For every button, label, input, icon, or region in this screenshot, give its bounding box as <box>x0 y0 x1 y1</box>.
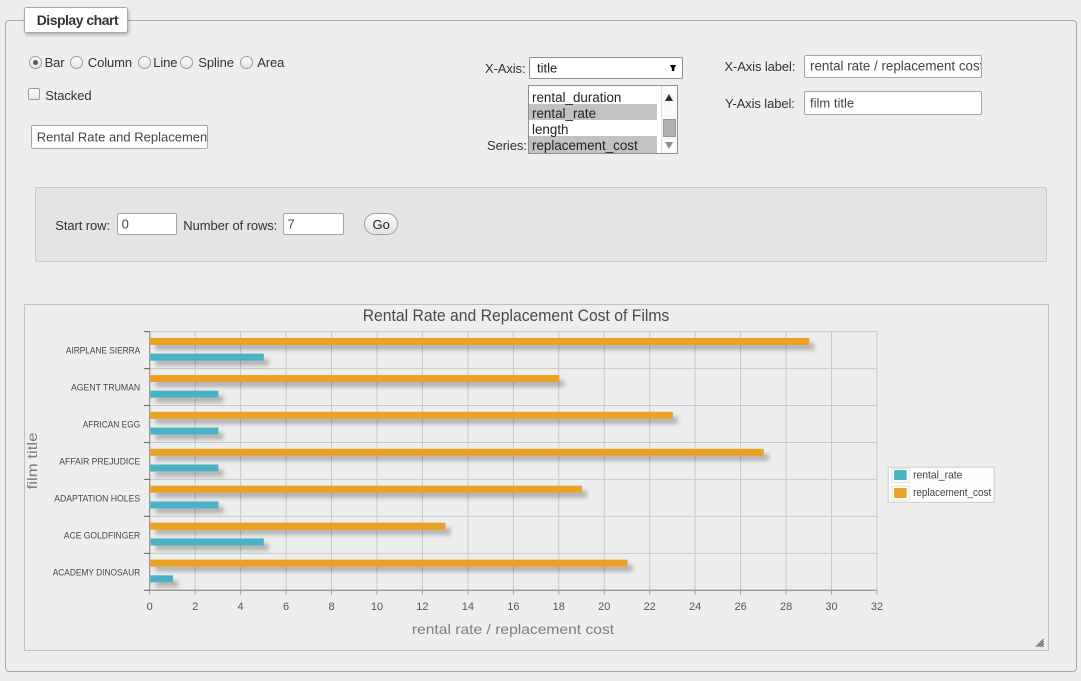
svg-text:ADAPTATION HOLES: ADAPTATION HOLES <box>54 493 140 504</box>
svg-text:20: 20 <box>598 601 610 613</box>
svg-text:AFFAIR PREJUDICE: AFFAIR PREJUDICE <box>59 456 140 467</box>
svg-text:32: 32 <box>871 601 883 613</box>
svg-text:18: 18 <box>553 601 565 613</box>
svg-text:AFRICAN EGG: AFRICAN EGG <box>83 419 141 430</box>
svg-text:film title: film title <box>25 432 40 489</box>
svg-text:2: 2 <box>192 601 198 613</box>
svg-text:14: 14 <box>462 601 474 613</box>
svg-text:30: 30 <box>825 601 837 613</box>
svg-text:10: 10 <box>371 601 383 613</box>
svg-text:26: 26 <box>734 601 746 613</box>
svg-text:12: 12 <box>416 601 428 613</box>
svg-text:Rental Rate and Replacement Co: Rental Rate and Replacement Cost of Film… <box>363 307 670 325</box>
svg-text:rental_rate: rental_rate <box>913 469 962 481</box>
svg-text:22: 22 <box>644 601 656 613</box>
svg-text:replacement_cost: replacement_cost <box>913 487 991 499</box>
svg-text:rental rate / replacement cost: rental rate / replacement cost <box>412 621 614 637</box>
svg-text:4: 4 <box>238 601 244 613</box>
svg-text:AGENT TRUMAN: AGENT TRUMAN <box>71 382 140 393</box>
svg-text:ACADEMY DINOSAUR: ACADEMY DINOSAUR <box>53 567 141 578</box>
svg-text:16: 16 <box>507 601 519 613</box>
svg-text:6: 6 <box>283 601 289 613</box>
svg-text:ACE GOLDFINGER: ACE GOLDFINGER <box>64 530 141 541</box>
svg-text:8: 8 <box>328 601 334 613</box>
svg-text:AIRPLANE SIERRA: AIRPLANE SIERRA <box>66 345 141 356</box>
svg-text:24: 24 <box>689 601 701 613</box>
svg-text:28: 28 <box>780 601 792 613</box>
svg-text:0: 0 <box>147 601 153 613</box>
